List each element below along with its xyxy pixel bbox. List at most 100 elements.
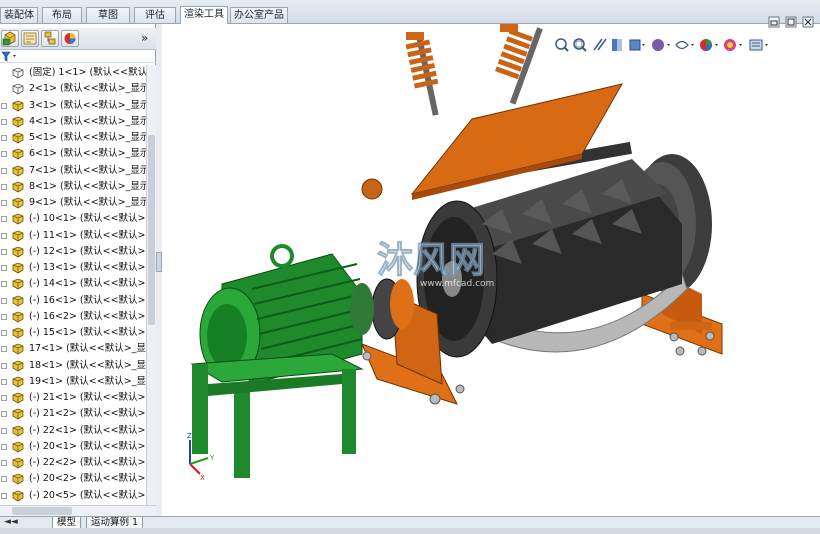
- view-settings-icon[interactable]: [749, 39, 768, 51]
- tree-item-label: (-) 11<1> (默认<<默认>: [29, 229, 146, 241]
- scroll-first-icon[interactable]: ◄◄: [4, 517, 18, 528]
- expand-toggle-icon[interactable]: [1, 492, 7, 499]
- expand-toggle-icon[interactable]: [1, 443, 7, 450]
- tree-item[interactable]: (-) 16<2> (默认<<默认>: [0, 309, 146, 325]
- tree-vertical-scrollbar[interactable]: [146, 65, 156, 505]
- tree-item-label: (-) 20<2> (默认<<默认>: [29, 473, 146, 485]
- tree-item[interactable]: 2<1> (默认<<默认>_显示: [0, 81, 146, 97]
- expand-toggle-icon[interactable]: [1, 378, 7, 385]
- tree-item[interactable]: (固定) 1<1> (默认<<默认: [0, 65, 146, 81]
- tab-evaluate[interactable]: 评估: [134, 7, 176, 23]
- spring-left: [405, 32, 439, 116]
- part-icon: [11, 100, 26, 112]
- expand-toggle-icon[interactable]: [1, 313, 7, 320]
- expand-toggle-icon[interactable]: [1, 216, 7, 223]
- expand-toggle-icon[interactable]: [1, 395, 7, 401]
- previous-view-icon[interactable]: [593, 38, 607, 51]
- tree-item-label: 2<1> (默认<<默认>_显示: [29, 83, 146, 95]
- part-icon: [11, 392, 26, 404]
- tree-item[interactable]: (-) 10<1> (默认<<默认>: [0, 211, 146, 227]
- expand-toggle-icon[interactable]: [1, 330, 7, 336]
- tree-item[interactable]: 5<1> (默认<<默认>_显示: [0, 130, 146, 146]
- assembly-model[interactable]: 沐风网 www.mfcad.com Z Y X: [162, 24, 820, 516]
- edit-appearance-icon[interactable]: [700, 39, 718, 51]
- tree-item-label: 8<1> (默认<<默认>_显示: [29, 180, 146, 192]
- expand-toggle-icon[interactable]: [1, 476, 7, 483]
- expand-toggle-icon[interactable]: [1, 167, 7, 174]
- tree-item[interactable]: 3<1> (默认<<默认>_显示: [0, 98, 146, 114]
- tree-item[interactable]: (-) 15<1> (默认<<默认>: [0, 325, 146, 341]
- expand-toggle-icon[interactable]: [1, 118, 7, 125]
- hide-show-icon[interactable]: [675, 40, 694, 50]
- tree-item[interactable]: (-) 12<1> (默认<<默认>: [0, 244, 146, 260]
- part-icon: [11, 116, 26, 128]
- expand-toggle-icon[interactable]: [1, 102, 7, 109]
- tree-item-label: 19<1> (默认<<默认>_显: [29, 375, 146, 387]
- collapse-panel-button[interactable]: »: [141, 31, 148, 45]
- expand-toggle-icon[interactable]: [1, 346, 7, 353]
- tree-item[interactable]: (-) 13<1> (默认<<默认>: [0, 260, 146, 276]
- expand-toggle-icon[interactable]: [1, 281, 7, 288]
- apply-scene-icon[interactable]: [724, 39, 742, 51]
- display-style-icon[interactable]: [652, 39, 670, 51]
- tree-item-label: (-) 13<1> (默认<<默认>: [29, 262, 146, 273]
- expand-toggle-icon[interactable]: [1, 362, 7, 369]
- filter-icon[interactable]: [1, 51, 19, 62]
- feature-manager-icon[interactable]: [1, 30, 19, 47]
- expand-toggle-icon[interactable]: [1, 200, 7, 206]
- expand-toggle-icon[interactable]: [1, 183, 7, 190]
- expand-toggle-icon[interactable]: [1, 135, 7, 141]
- tree-item[interactable]: 9<1> (默认<<默认>_显示: [0, 195, 146, 211]
- tree-item[interactable]: (-) 21<2> (默认<<默认>: [0, 406, 146, 422]
- expand-toggle-icon[interactable]: [1, 151, 7, 158]
- tree-item[interactable]: 8<1> (默认<<默认>_显示: [0, 179, 146, 195]
- tree-item[interactable]: 19<1> (默认<<默认>_显: [0, 374, 146, 390]
- tree-item[interactable]: (-) 16<1> (默认<<默认>: [0, 293, 146, 309]
- tree-item[interactable]: 7<1> (默认<<默认>_显示: [0, 163, 146, 179]
- view-orientation-icon[interactable]: [629, 39, 645, 51]
- part-icon: [11, 473, 26, 485]
- expand-toggle-icon[interactable]: [1, 265, 7, 271]
- expand-toggle-icon[interactable]: [1, 232, 7, 239]
- expand-toggle-icon[interactable]: [1, 297, 7, 304]
- tree-item[interactable]: (-) 14<1> (默认<<默认>: [0, 276, 146, 292]
- restore-icon[interactable]: [768, 16, 780, 28]
- watermark: 沐风网 www.mfcad.com: [377, 240, 495, 290]
- tree-item[interactable]: 4<1> (默认<<默认>_显示: [0, 114, 146, 130]
- tree-item-label: (-) 22<1> (默认<<默认>: [29, 424, 146, 436]
- zoom-to-fit-icon[interactable]: [555, 38, 569, 52]
- tree-item-label: 3<1> (默认<<默认>_显示: [29, 99, 146, 111]
- tree-item[interactable]: (-) 22<1> (默认<<默认>: [0, 423, 146, 439]
- tab-render-tools[interactable]: 渲染工具: [180, 6, 228, 25]
- tree-item[interactable]: 6<1> (默认<<默认>_显示: [0, 146, 146, 162]
- expand-toggle-icon[interactable]: [1, 411, 7, 418]
- close-icon[interactable]: [802, 16, 814, 28]
- expand-toggle-icon[interactable]: [1, 427, 7, 434]
- tree-item[interactable]: (-) 20<5> (默认<<默认>: [0, 488, 146, 504]
- tab-layout[interactable]: 布局: [42, 7, 82, 23]
- tree-item[interactable]: 18<1> (默认<<默认>_显: [0, 358, 146, 374]
- tree-item[interactable]: (-) 20<2> (默认<<默认>: [0, 471, 146, 487]
- graphics-area[interactable]: 沐风网 www.mfcad.com Z Y X: [162, 24, 820, 516]
- tree-item[interactable]: 17<1> (默认<<默认>_显: [0, 341, 146, 357]
- expand-toggle-icon[interactable]: [1, 460, 7, 466]
- expand-toggle-icon[interactable]: [1, 248, 7, 255]
- property-manager-icon[interactable]: [21, 30, 39, 47]
- tree-item[interactable]: (-) 11<1> (默认<<默认>: [0, 228, 146, 244]
- scrollbar-thumb[interactable]: [12, 507, 72, 515]
- tab-office-products[interactable]: 办公室产品: [230, 7, 288, 23]
- scrollbar-thumb[interactable]: [148, 135, 155, 325]
- part-icon: [11, 490, 26, 502]
- tree-item[interactable]: (-) 20<1> (默认<<默认>: [0, 439, 146, 455]
- display-manager-icon[interactable]: [61, 30, 79, 47]
- tree-item[interactable]: (-) 21<1> (默认<<默认>: [0, 390, 146, 406]
- tree-horizontal-scrollbar[interactable]: [0, 505, 156, 516]
- tab-assembly[interactable]: 装配体: [0, 7, 38, 23]
- section-view-icon[interactable]: [612, 39, 622, 51]
- configuration-manager-icon[interactable]: [41, 30, 59, 47]
- status-bar: [0, 528, 820, 534]
- tab-sketch[interactable]: 草图: [86, 7, 130, 23]
- maximize-icon[interactable]: [785, 16, 797, 28]
- zoom-area-icon[interactable]: [573, 38, 587, 52]
- tree-item[interactable]: (-) 22<2> (默认<<默认>: [0, 455, 146, 471]
